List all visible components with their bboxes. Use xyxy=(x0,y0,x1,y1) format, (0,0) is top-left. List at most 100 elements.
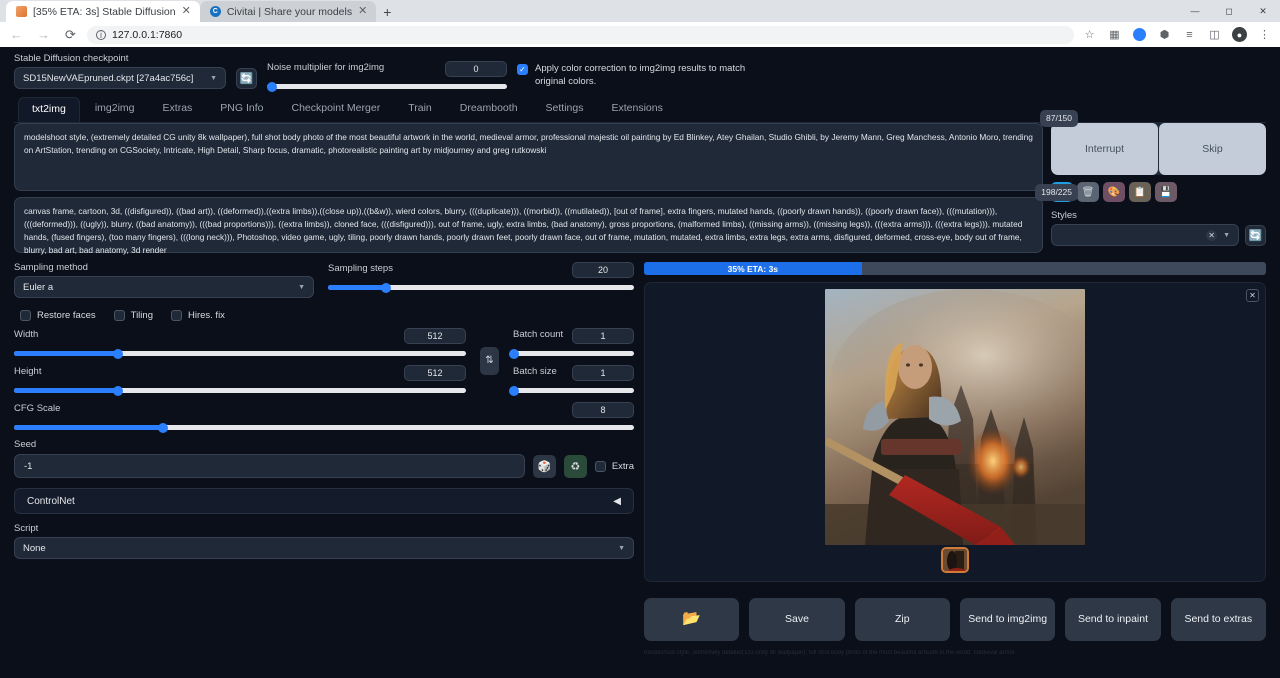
width-value[interactable]: 512 xyxy=(404,328,466,344)
batch-count-slider[interactable] xyxy=(513,351,634,356)
tab-checkpoint-merger[interactable]: Checkpoint Merger xyxy=(278,97,393,122)
skip-button[interactable]: Skip xyxy=(1159,123,1266,175)
reading-list-icon[interactable]: ≡ xyxy=(1180,25,1199,44)
paste-clipboard-icon[interactable]: 📋 xyxy=(1129,182,1151,202)
random-seed-dice-icon[interactable]: 🎲 xyxy=(533,455,556,478)
send-to-img2img-button[interactable]: Send to img2img xyxy=(960,598,1055,641)
extra-seed-checkbox-row[interactable]: Extra xyxy=(595,460,634,472)
batch-size-slider[interactable] xyxy=(513,388,634,393)
controlnet-label: ControlNet xyxy=(27,496,75,507)
refresh-checkpoints-icon[interactable]: 🔄 xyxy=(236,68,257,89)
noise-multiplier-value[interactable]: 0 xyxy=(445,61,507,77)
refresh-styles-icon[interactable]: 🔄 xyxy=(1245,225,1266,246)
height-value[interactable]: 512 xyxy=(404,365,466,381)
save-style-floppy-icon[interactable]: 💾 xyxy=(1155,182,1177,202)
seed-input[interactable]: -1 xyxy=(14,454,525,478)
minimize-icon[interactable]: — xyxy=(1178,0,1212,22)
window-close-icon[interactable]: ✕ xyxy=(1246,0,1280,22)
positive-prompt-textarea[interactable]: 87/150 modelshoot style, (extremely deta… xyxy=(14,123,1043,191)
tiling-checkbox-row[interactable]: Tiling xyxy=(114,309,153,321)
sampling-method-select[interactable]: Euler a ▼ xyxy=(14,276,314,298)
browser-toolbar: ← → ⟳ i 127.0.0.1:7860 ☆ ▦ ⬢ ≡ ◫ ● ⋮ xyxy=(0,22,1280,47)
tab-train[interactable]: Train xyxy=(395,97,445,122)
color-correction-checkbox-row[interactable]: ✓ Apply color correction to img2img resu… xyxy=(517,63,747,89)
gallery-thumbnail[interactable] xyxy=(941,547,969,573)
close-icon[interactable]: ✕ xyxy=(358,6,367,17)
forward-icon[interactable]: → xyxy=(33,24,54,45)
swap-dimensions-icon[interactable]: ⇅ xyxy=(480,347,499,375)
tab-dreambooth[interactable]: Dreambooth xyxy=(447,97,531,122)
height-field: Height 512 xyxy=(14,365,466,393)
close-icon[interactable]: ✕ xyxy=(182,6,191,17)
clear-styles-icon[interactable]: ✕ xyxy=(1206,230,1217,241)
slider-knob[interactable] xyxy=(113,386,123,396)
script-value: None xyxy=(23,543,46,554)
send-to-inpaint-button[interactable]: Send to inpaint xyxy=(1065,598,1160,641)
slider-knob[interactable] xyxy=(381,283,391,293)
generated-image[interactable] xyxy=(825,289,1085,545)
tab-txt2img[interactable]: txt2img xyxy=(18,97,80,122)
open-folder-button[interactable]: 📂 xyxy=(644,598,739,641)
height-slider[interactable] xyxy=(14,388,466,393)
tab-extras[interactable]: Extras xyxy=(150,97,206,122)
seed-field: Seed -1 🎲 ♻ Extra xyxy=(14,439,634,478)
puzzle-icon[interactable]: ⬢ xyxy=(1155,25,1174,44)
extra-seed-checkbox[interactable] xyxy=(595,461,606,472)
clear-prompt-trash-icon[interactable]: 🗑 xyxy=(1077,182,1099,202)
script-label: Script xyxy=(14,523,634,534)
color-correction-checkbox[interactable]: ✓ xyxy=(517,64,528,75)
cfg-scale-slider[interactable] xyxy=(14,425,634,430)
extension-icon[interactable]: ▦ xyxy=(1105,25,1124,44)
browser-tabstrip: [35% ETA: 3s] Stable Diffusion ✕ C Civit… xyxy=(0,0,1280,22)
send-to-extras-button[interactable]: Send to extras xyxy=(1171,598,1266,641)
reuse-seed-recycle-icon[interactable]: ♻ xyxy=(564,455,587,478)
script-field: Script None ▼ xyxy=(14,523,634,559)
browser-tab-stable-diffusion[interactable]: [35% ETA: 3s] Stable Diffusion ✕ xyxy=(6,1,200,22)
styles-select[interactable]: ✕ ▼ xyxy=(1051,224,1239,246)
zip-button[interactable]: Zip xyxy=(855,598,950,641)
hires-fix-checkbox[interactable] xyxy=(171,310,182,321)
sampling-steps-value[interactable]: 20 xyxy=(572,262,634,278)
restore-faces-checkbox[interactable] xyxy=(20,310,31,321)
checkpoint-select[interactable]: SD15NewVAEpruned.ckpt [27a4ac756c] ▼ xyxy=(14,67,226,89)
batch-count-value[interactable]: 1 xyxy=(572,328,634,344)
noise-multiplier-slider[interactable] xyxy=(267,84,507,89)
new-tab-button[interactable]: + xyxy=(376,1,398,22)
controlnet-accordion[interactable]: ControlNet ◀ xyxy=(14,488,634,514)
apply-style-palette-icon[interactable]: 🎨 xyxy=(1103,182,1125,202)
account-avatar-icon[interactable]: ● xyxy=(1230,25,1249,44)
tab-img2img[interactable]: img2img xyxy=(82,97,148,122)
maximize-icon[interactable]: ◻ xyxy=(1212,0,1246,22)
bookmark-star-icon[interactable]: ☆ xyxy=(1080,25,1099,44)
main-tabs: txt2img img2img Extras PNG Info Checkpoi… xyxy=(14,97,1266,123)
save-button[interactable]: Save xyxy=(749,598,844,641)
negative-prompt-textarea[interactable]: 198/225 canvas frame, cartoon, 3d, ((dis… xyxy=(14,197,1043,253)
tab-extensions[interactable]: Extensions xyxy=(598,97,675,122)
close-gallery-icon[interactable]: ✕ xyxy=(1246,289,1259,302)
overflow-menu-icon[interactable]: ⋮ xyxy=(1255,25,1274,44)
profile-circle-icon[interactable] xyxy=(1130,25,1149,44)
slider-knob[interactable] xyxy=(267,82,277,92)
tiling-checkbox[interactable] xyxy=(114,310,125,321)
sampling-steps-slider[interactable] xyxy=(328,285,634,290)
reload-icon[interactable]: ⟳ xyxy=(60,24,81,45)
back-icon[interactable]: ← xyxy=(6,24,27,45)
slider-knob[interactable] xyxy=(509,349,519,359)
cfg-scale-value[interactable]: 8 xyxy=(572,402,634,418)
tab-png-info[interactable]: PNG Info xyxy=(207,97,276,122)
slider-knob[interactable] xyxy=(158,423,168,433)
side-panel-icon[interactable]: ◫ xyxy=(1205,25,1224,44)
restore-faces-checkbox-row[interactable]: Restore faces xyxy=(20,309,96,321)
site-info-icon[interactable]: i xyxy=(96,30,106,40)
tab-settings[interactable]: Settings xyxy=(533,97,597,122)
width-slider[interactable] xyxy=(14,351,466,356)
batch-size-value[interactable]: 1 xyxy=(572,365,634,381)
script-select[interactable]: None ▼ xyxy=(14,537,634,559)
browser-tab-civitai[interactable]: C Civitai | Share your models ✕ xyxy=(200,1,377,22)
slider-knob[interactable] xyxy=(113,349,123,359)
address-bar[interactable]: i 127.0.0.1:7860 xyxy=(87,26,1074,44)
interrupt-button[interactable]: Interrupt xyxy=(1051,123,1158,175)
prompt-tool-buttons: ↙ 🗑 🎨 📋 💾 xyxy=(1051,182,1266,202)
slider-knob[interactable] xyxy=(509,386,519,396)
hires-fix-checkbox-row[interactable]: Hires. fix xyxy=(171,309,225,321)
